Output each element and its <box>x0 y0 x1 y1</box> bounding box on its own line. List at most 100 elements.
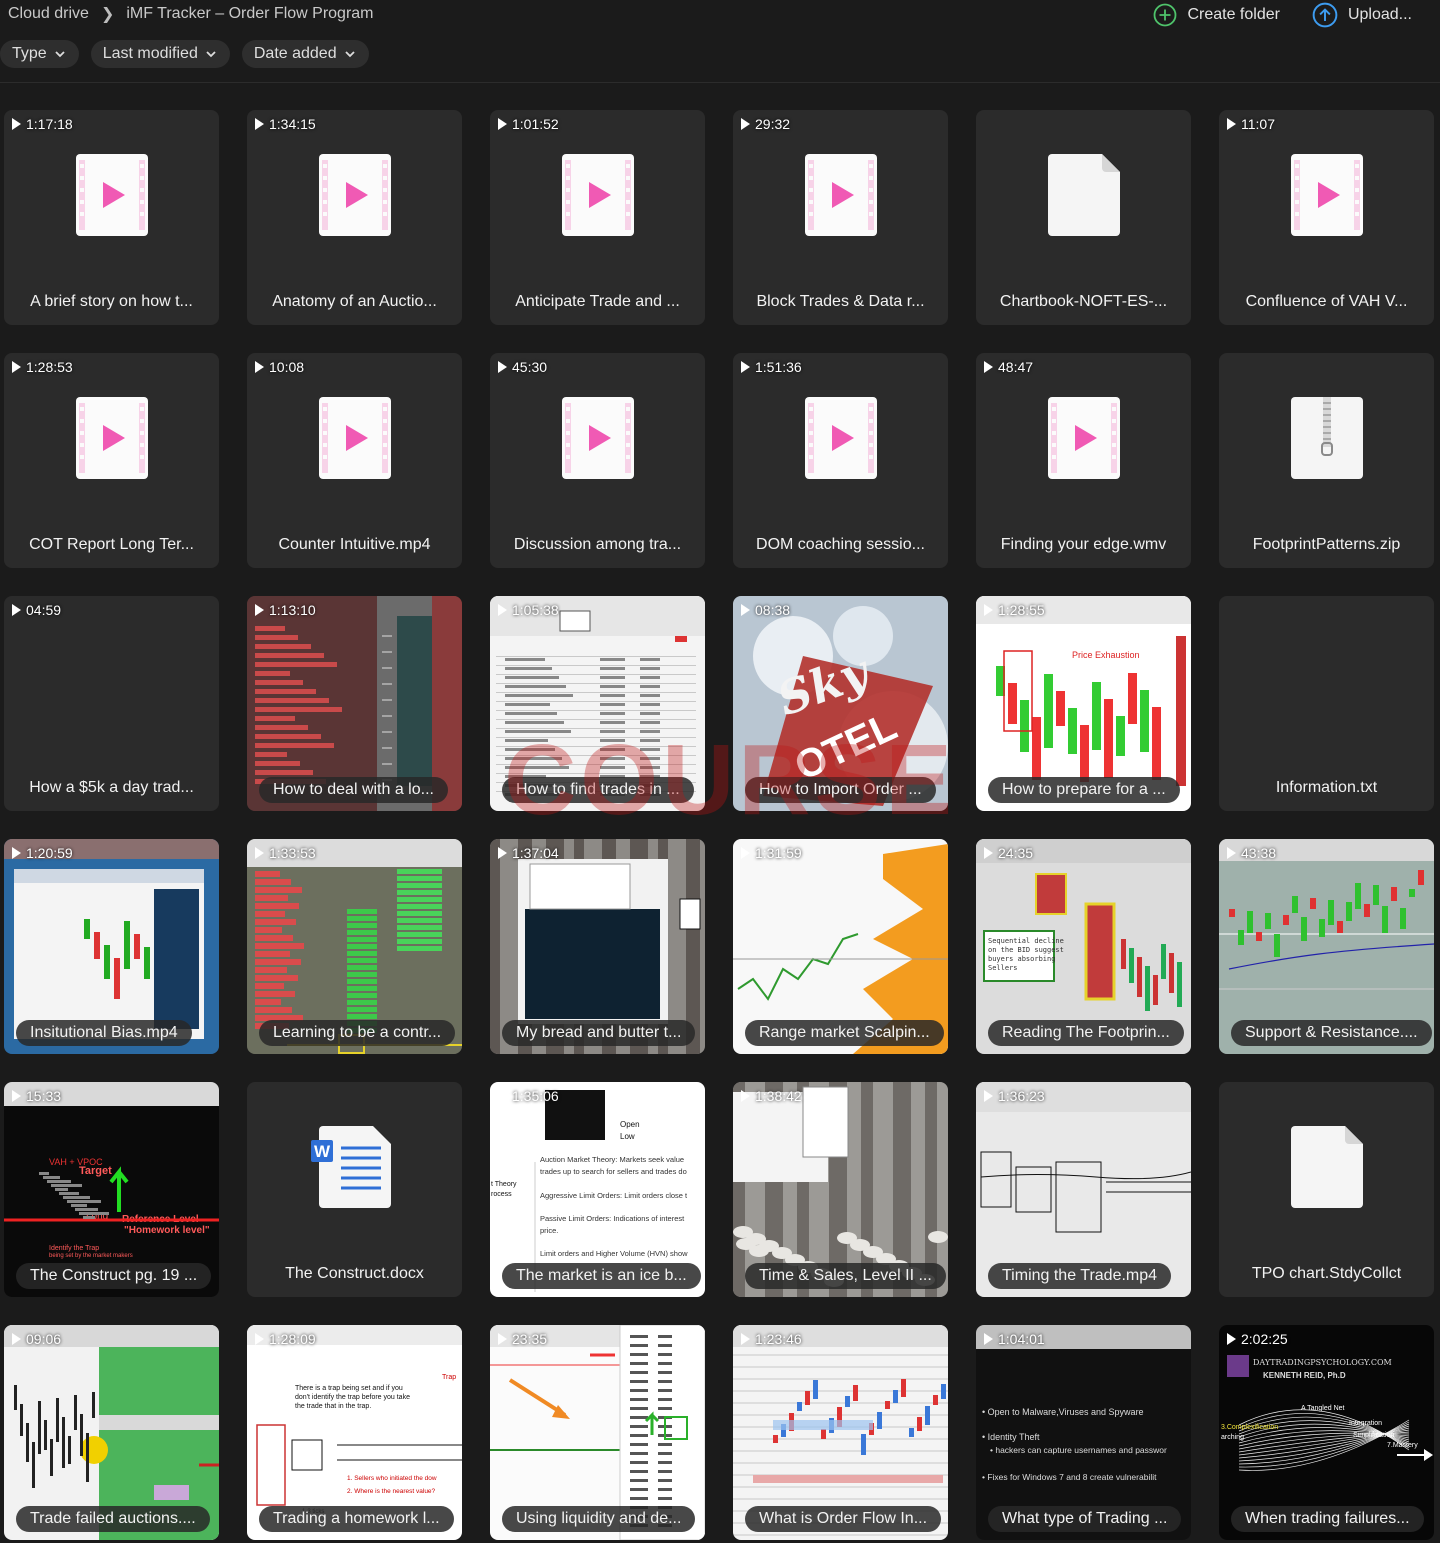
file-name: Timing the Trade.mp4 <box>988 1263 1172 1289</box>
duration-label: 1:28:09 <box>269 1331 316 1347</box>
play-icon <box>12 847 21 859</box>
play-icon <box>741 118 750 130</box>
filter-last-modified[interactable]: Last modified <box>90 40 230 68</box>
file-card[interactable]: 1:05:38 How to find trades in ... <box>490 596 705 811</box>
video-duration: 45:30 <box>498 359 547 375</box>
file-card[interactable]: 1:20:59 Insitutional Bias.mp4 <box>4 839 219 1054</box>
file-card[interactable]: 1:01:52 Anticipate Trade and ... <box>490 110 705 325</box>
video-file-icon <box>562 154 634 236</box>
file-card[interactable]: • Open to Malware,Viruses and Spyware • … <box>976 1325 1191 1540</box>
play-icon <box>741 604 750 616</box>
duration-label: 1:51:36 <box>755 359 802 375</box>
duration-label: 11:07 <box>1241 116 1275 132</box>
file-card[interactable]: Sky OTEL 08:38 How to Import Order ... <box>733 596 948 811</box>
create-folder-button[interactable]: Create folder <box>1153 3 1280 27</box>
svg-text:1. Sellers who initiated the: 1. Sellers who initiated the dow <box>347 1475 437 1482</box>
play-icon <box>741 361 750 373</box>
file-card[interactable]: 1:13:10 How to deal with a lo... <box>247 596 462 811</box>
breadcrumb: Cloud drive ❯ iMF Tracker – Order Flow P… <box>8 4 374 24</box>
file-name: What is Order Flow In... <box>745 1506 942 1532</box>
file-card[interactable]: DAYTRADINGPSYCHOLOGY.COM KENNETH REID, P… <box>1219 1325 1434 1540</box>
upload-button[interactable]: Upload... <box>1312 2 1412 28</box>
svg-text:Auction Market Theory: Market: Auction Market Theory: Markets seek valu… <box>540 1155 684 1164</box>
play-icon <box>12 361 21 373</box>
file-card[interactable]: 29:32 Block Trades & Data r... <box>733 110 948 325</box>
breadcrumb-current[interactable]: iMF Tracker – Order Flow Program <box>126 5 373 23</box>
file-card[interactable]: 43:38 Support & Resistance.... <box>1219 839 1434 1054</box>
video-duration: 15:33 <box>12 1088 61 1104</box>
video-duration: 1:37:04 <box>498 845 559 861</box>
svg-text:2. Where is the nearest value: 2. Where is the nearest value? <box>347 1488 436 1495</box>
video-duration: 1:05:38 <box>498 602 559 618</box>
duration-label: 1:05:38 <box>512 602 559 618</box>
file-card[interactable]: 09:06 Trade failed auctions.... <box>4 1325 219 1540</box>
file-name: Anatomy of an Auctio... <box>272 293 437 310</box>
file-card[interactable]: 1:17:18 A brief story on how t... <box>4 110 219 325</box>
video-file-icon <box>1291 154 1363 236</box>
svg-text:Limit orders and Higher Volume: Limit orders and Higher Volume (HVN) sho… <box>540 1249 688 1258</box>
filter-date-added[interactable]: Date added <box>241 40 369 68</box>
file-card[interactable]: 23:35 Using liquidity and de... <box>490 1325 705 1540</box>
video-duration: 1:33:53 <box>255 845 316 861</box>
play-icon <box>1227 847 1236 859</box>
file-card[interactable]: 48:47 Finding your edge.wmv <box>976 353 1191 568</box>
play-icon <box>12 1090 21 1102</box>
play-icon <box>741 847 750 859</box>
svg-text:7.Mastery: 7.Mastery <box>1387 1442 1418 1449</box>
play-icon <box>741 1090 750 1102</box>
file-card[interactable]: 1:23:46 What is Order Flow In... <box>733 1325 948 1540</box>
file-card[interactable]: 45:30 Discussion among tra... <box>490 353 705 568</box>
play-icon <box>984 1090 993 1102</box>
file-card[interactable]: 1:28:53 COT Report Long Ter... <box>4 353 219 568</box>
video-duration: 1:34:15 <box>255 116 316 132</box>
chevron-right-icon: ❯ <box>100 6 115 23</box>
file-card[interactable]: FootprintPatterns.zip <box>1219 353 1434 568</box>
file-card[interactable]: 1:34:15 Anatomy of an Auctio... <box>247 110 462 325</box>
file-card[interactable]: 1:33:53 Learning to be a contr... <box>247 839 462 1054</box>
svg-text:Sellers: Sellers <box>988 964 1018 972</box>
file-card[interactable]: 1:36:23 Timing the Trade.mp4 <box>976 1082 1191 1297</box>
svg-text:the trade that in the trap.: the trade that in the trap. <box>295 1403 371 1410</box>
file-name: How to prepare for a ... <box>988 777 1180 803</box>
file-name: Using liquidity and de... <box>502 1506 696 1532</box>
duration-label: 1:13:10 <box>269 602 316 618</box>
file-name: TPO chart.StdyCollct <box>1251 1265 1402 1282</box>
duration-label: 1:28:55 <box>998 602 1045 618</box>
file-card[interactable]: Chartbook-NOFT-ES-... <box>976 110 1191 325</box>
file-card[interactable]: Sequential decline on the BID suggest bu… <box>976 839 1191 1054</box>
file-card[interactable]: 1:38:42 Time & Sales, Level II ... <box>733 1082 948 1297</box>
file-card[interactable]: Information.txt <box>1219 596 1434 811</box>
breadcrumb-root[interactable]: Cloud drive <box>8 5 89 23</box>
file-card[interactable]: 1:51:36 DOM coaching sessio... <box>733 353 948 568</box>
duration-label: 1:04:01 <box>998 1331 1045 1347</box>
duration-label: 10:08 <box>269 359 305 375</box>
video-file-icon <box>1048 397 1120 479</box>
duration-label: 23:35 <box>512 1331 548 1347</box>
svg-text:Open: Open <box>620 1120 640 1129</box>
file-card[interactable]: Open Low t Theory rocess Auction Market … <box>490 1082 705 1297</box>
file-card[interactable]: 11:07 Confluence of VAH V... <box>1219 110 1434 325</box>
file-name: How to find trades in ... <box>502 777 694 803</box>
file-card[interactable]: 10:08 Counter Intuitive.mp4 <box>247 353 462 568</box>
file-name: Time & Sales, Level II ... <box>745 1263 946 1289</box>
create-folder-label: Create folder <box>1187 6 1280 23</box>
file-card[interactable]: VAH + VPOC Target Reference Level "Homew… <box>4 1082 219 1297</box>
file-card[interactable]: 1:31:59 Range market Scalpin... <box>733 839 948 1054</box>
file-name: Range market Scalpin... <box>745 1020 944 1046</box>
svg-text:"Homework level": "Homework level" <box>124 1225 210 1236</box>
file-card[interactable]: 1:37:04 My bread and butter t... <box>490 839 705 1054</box>
svg-text:There is a trap being set and: There is a trap being set and if you <box>295 1385 403 1392</box>
file-card[interactable]: TPO chart.StdyCollct <box>1219 1082 1434 1297</box>
play-icon <box>498 604 507 616</box>
file-name: Support & Resistance.... <box>1231 1020 1432 1046</box>
chevron-down-icon <box>206 50 216 57</box>
chevron-down-icon <box>344 50 355 57</box>
filter-label: Date added <box>253 45 337 62</box>
file-card[interactable]: Price Exhaustion 1:28:55 How to prepare f… <box>976 596 1191 811</box>
file-card[interactable]: W The Construct.docx <box>247 1082 462 1297</box>
header-actions: Create folder Upload... <box>1121 2 1412 28</box>
file-card[interactable]: 04:59 How a $5k a day trad... <box>4 596 219 811</box>
file-card[interactable]: There is a trap being set and if you don… <box>247 1325 462 1540</box>
video-duration: 1:31:59 <box>741 845 802 861</box>
filter-type[interactable]: Type <box>0 40 79 68</box>
